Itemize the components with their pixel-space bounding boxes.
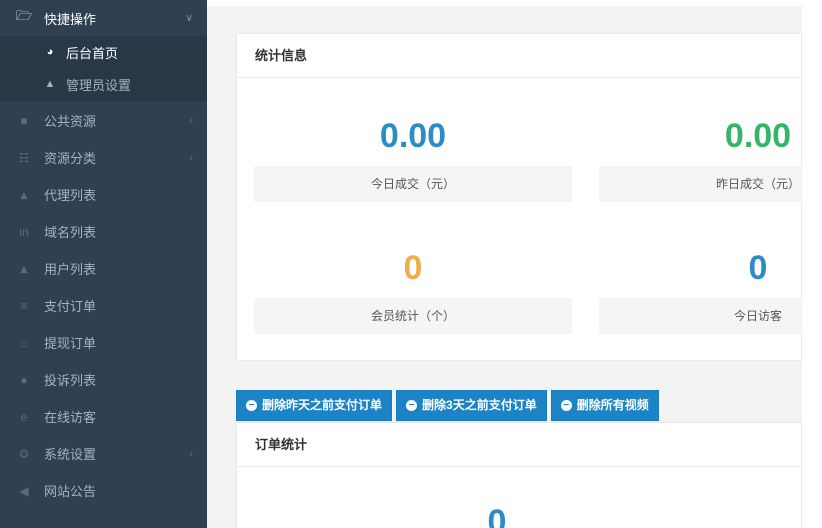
sidebar-item-system-settings[interactable]: ⚙ 系统设置 ‹ [0,435,207,472]
sidebar-item-complaints[interactable]: ● 投诉列表 [0,361,207,398]
sidebar-subitem-label: 后台首页 [66,45,119,61]
stat-caption: 昨日成交（元） [599,166,822,202]
sidebar-item-payment-orders[interactable]: ≡ 支付订单 [0,287,207,324]
stat-value: 0 [403,249,423,287]
users-icon: ▲ [18,187,30,202]
sidebar-subitem-admin-settings[interactable]: ▲ 管理员设置 [0,68,207,100]
sidebar-item-label: 快捷操作 [44,11,97,27]
chevron-left-icon: ‹ [189,114,193,127]
bullhorn-icon: ◀ [19,483,29,498]
linkedin-icon: in [19,224,29,239]
order-stats-title: 订单统计 [237,423,801,467]
stat-value: 0 [748,249,768,287]
sidebar-item-announcements[interactable]: ◀ 网站公告 [0,472,207,509]
dashboard-icon: ◕ [46,46,54,58]
action-buttons: − 删除昨天之前支付订单 − 删除3天之前支付订单 − 删除所有视频 [236,390,659,421]
right-margin [802,0,822,528]
sidebar-item-users[interactable]: ▲ 用户列表 [0,250,207,287]
database-icon: ≡ [20,298,28,313]
stat-members: 0 会员统计（个） [254,246,572,334]
sidebar: 🗁 快捷操作 ∨ ◕ 后台首页 ▲ 管理员设置 ■ 公共资源 ‹ ☷ 资源分类 … [0,0,207,528]
stat-value: 0.00 [724,117,792,155]
sidebar-item-label: 提现订单 [44,336,97,351]
stats-panel: 统计信息 0.00 今日成交（元） 0.00 昨日成交（元） 0 会员统计（个）… [236,33,822,361]
minus-circle-icon: − [246,400,257,411]
ie-icon: e [20,409,28,424]
video-camera-icon: ■ [20,113,28,128]
folder-open-icon: 🗁 [15,8,33,23]
stat-caption: 今日成交（元） [254,166,572,202]
sidebar-item-label: 域名列表 [44,225,97,240]
sidebar-item-quick-actions[interactable]: 🗁 快捷操作 ∨ [0,0,207,36]
button-label: 删除3天之前支付订单 [422,398,537,412]
main-content: 统计信息 0.00 今日成交（元） 0.00 昨日成交（元） 0 会员统计（个）… [207,0,822,528]
sidebar-item-label: 代理列表 [44,188,97,203]
sidebar-item-label: 系统设置 [44,447,97,462]
sidebar-item-label: 在线访客 [44,410,97,425]
stat-today-revenue: 0.00 今日成交（元） [254,114,572,202]
user-icon: ▲ [18,261,30,276]
info-circle-icon: ● [20,372,28,387]
stat-yesterday-revenue: 0.00 昨日成交（元） [599,114,822,202]
sidebar-item-domains[interactable]: in 域名列表 [0,213,207,250]
delete-3day-orders-button[interactable]: − 删除3天之前支付订单 [396,390,547,421]
sidebar-item-label: 投诉列表 [44,373,97,388]
admin-window: 🗁 快捷操作 ∨ ◕ 后台首页 ▲ 管理员设置 ■ 公共资源 ‹ ☷ 资源分类 … [0,0,822,528]
sidebar-item-label: 网站公告 [44,484,97,499]
grid-icon: ☷ [18,150,30,165]
chevron-down-icon: ∨ [185,12,193,24]
bank-icon: ⌂ [20,335,28,350]
sidebar-item-label: 支付订单 [44,299,97,314]
stat-caption: 今日访客 [599,298,822,334]
submenu-quick-actions: ◕ 后台首页 ▲ 管理员设置 [0,36,207,102]
minus-circle-icon: − [560,400,572,411]
sidebar-item-agents[interactable]: ▲ 代理列表 [0,176,207,213]
sidebar-subitem-dashboard[interactable]: ◕ 后台首页 [0,36,207,68]
gear-icon: ⚙ [18,446,30,461]
sidebar-item-label: 资源分类 [44,151,97,166]
chevron-left-icon: ‹ [189,151,193,164]
order-stat-value: 0 [487,503,507,528]
sidebar-item-label: 公共资源 [44,114,97,129]
user-icon: ▲ [44,78,56,90]
stat-value: 0.00 [379,117,447,155]
delete-yesterday-orders-button[interactable]: − 删除昨天之前支付订单 [236,390,393,421]
sidebar-item-label: 用户列表 [44,262,97,277]
button-label: 删除所有视频 [576,398,649,412]
sidebar-item-online-visitors[interactable]: e 在线访客 [0,398,207,435]
stat-today-visitors: 0 今日访客 [599,246,822,334]
delete-all-videos-button[interactable]: − 删除所有视频 [550,390,659,421]
sidebar-subitem-label: 管理员设置 [66,77,132,93]
sidebar-item-withdraw-orders[interactable]: ⌂ 提现订单 [0,324,207,361]
order-stats-panel: 订单统计 0 [236,422,802,528]
button-label: 删除昨天之前支付订单 [262,398,383,412]
sidebar-item-resource-categories[interactable]: ☷ 资源分类 ‹ [0,139,207,176]
minus-circle-icon: − [406,400,418,411]
sidebar-item-public-resources[interactable]: ■ 公共资源 ‹ [0,102,207,139]
top-strip [207,0,822,6]
stat-caption: 会员统计（个） [254,298,572,334]
stats-panel-title: 统计信息 [237,34,801,78]
chevron-left-icon: ‹ [189,447,193,460]
